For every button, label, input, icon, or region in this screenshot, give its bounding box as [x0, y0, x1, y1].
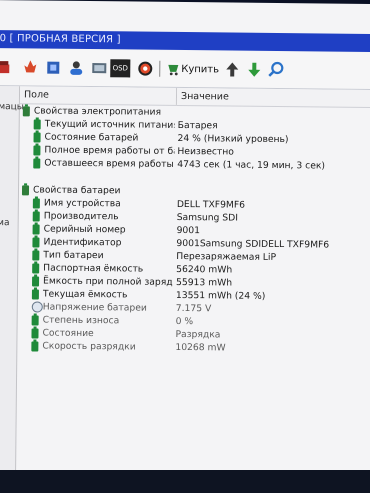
row-value: 56240 mWh — [176, 263, 233, 276]
user-icon[interactable] — [67, 59, 85, 77]
row-value: 13551 mWh (24 %) — [175, 289, 266, 302]
battery-icon — [21, 185, 30, 196]
nav-item-2[interactable]: ема — [0, 218, 10, 228]
row-field: Ёмкость при полной зарядке — [43, 275, 174, 289]
battery-icon — [32, 276, 40, 287]
battery-icon — [33, 145, 41, 156]
row-value: 9001 — [176, 224, 201, 237]
row-value: 0 % — [175, 315, 194, 328]
battery-icon — [33, 158, 41, 169]
row-value: 10268 mW — [175, 341, 226, 354]
battery-icon — [31, 289, 39, 300]
row-field: Текущий источник питания — [44, 118, 175, 131]
column-header-value[interactable]: Значение — [176, 87, 370, 109]
row-value: 4743 сек (1 час, 19 мин, 3 сек) — [177, 158, 326, 172]
row-value: Samsung SDI — [176, 211, 239, 224]
row-field: Серийный номер — [43, 223, 126, 236]
table-row[interactable]: Оставшееся время работы от ... 4743 сек … — [19, 156, 370, 173]
properties-grid: Поле Значение Свойства электропитания Те… — [16, 86, 370, 474]
row-value: DELL TXF9MF6 — [176, 198, 246, 211]
battery-icon — [33, 132, 41, 143]
row-value: Батарея — [177, 119, 218, 132]
cart-icon[interactable] — [166, 60, 180, 78]
up-arrow-icon[interactable] — [223, 60, 241, 78]
row-value: Неизвестно — [177, 145, 235, 158]
battery-icon — [31, 315, 39, 326]
column-header-field[interactable]: Поле — [19, 86, 183, 106]
battery-icon — [33, 119, 41, 130]
row-value: Перезаряжаемая LiP — [176, 250, 277, 263]
table-row[interactable]: Скорость разрядки 10268 mW — [17, 339, 370, 356]
battery-icon — [32, 250, 40, 261]
report-icon[interactable] — [0, 58, 13, 76]
row-field: Состояние батарей — [44, 131, 139, 144]
osd-icon[interactable]: OSD — [110, 59, 131, 78]
battery-icon — [32, 211, 40, 222]
row-field: Состояние — [42, 327, 94, 340]
row-field: Скорость разрядки — [42, 340, 136, 353]
module-icon[interactable] — [90, 59, 108, 77]
toolbar-separator — [159, 60, 161, 77]
battery-icon — [22, 106, 30, 117]
battery-icon — [32, 237, 40, 248]
app-window: 0 [ ПРОБНАЯ ВЕРСИЯ ] OSD Купить омацы ем… — [0, 0, 370, 475]
title-prefix: 0 — [0, 33, 7, 45]
voltage-icon — [31, 301, 43, 313]
battery-icon — [31, 341, 39, 352]
row-field: Степень износа — [42, 314, 120, 327]
row-value: 55913 mWh — [175, 276, 233, 289]
row-field: Оставшееся время работы от ... — [44, 157, 174, 171]
battery-icon — [32, 198, 40, 209]
search-icon[interactable] — [267, 61, 285, 79]
row-field: Текущая ёмкость — [42, 288, 128, 301]
row-value: Разрядка — [175, 328, 221, 341]
flame-icon[interactable] — [21, 58, 39, 76]
row-field: Напряжение батареи — [42, 301, 147, 314]
row-field: Имя устройства — [43, 197, 121, 210]
row-field: Производитель — [43, 210, 119, 223]
down-arrow-icon[interactable] — [245, 61, 263, 79]
battery-icon — [31, 328, 39, 339]
row-field: Паспортная ёмкость — [43, 262, 144, 275]
buy-button[interactable]: Купить — [181, 64, 219, 75]
toolbar: OSD Купить — [0, 48, 370, 91]
row-field: Идентификатор — [43, 236, 122, 249]
row-value: 24 % (Низкий уровень) — [177, 132, 289, 146]
gauge-icon[interactable] — [136, 60, 154, 78]
screen-bezel-bottom — [0, 470, 370, 493]
benchmark-icon[interactable] — [44, 59, 62, 77]
battery-icon — [32, 263, 40, 274]
window-title: [ ПРОБНАЯ ВЕРСИЯ ] — [9, 33, 121, 46]
row-field: Полное время работы от бата... — [44, 144, 175, 158]
row-field: Тип батареи — [43, 249, 104, 262]
row-value: 7.175 V — [175, 302, 212, 315]
battery-icon — [32, 224, 40, 235]
